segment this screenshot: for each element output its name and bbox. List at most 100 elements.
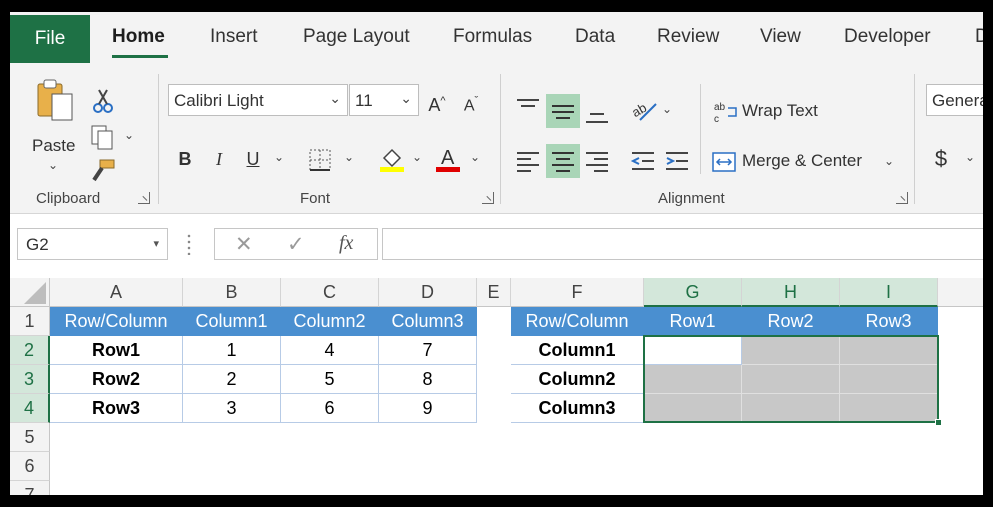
insert-function-icon[interactable]: fx — [339, 232, 353, 255]
row-header-4[interactable]: 4 — [10, 394, 50, 423]
table1-cell[interactable]: 3 — [183, 394, 281, 423]
column-header-g[interactable]: G — [644, 278, 742, 307]
tab-insert[interactable]: Insert — [210, 26, 258, 48]
table1-header-cell[interactable]: Column3 — [379, 307, 477, 336]
tab-overflow[interactable]: D — [975, 26, 983, 48]
row-header-7[interactable]: 7 — [10, 481, 50, 495]
column-header-f[interactable]: F — [511, 278, 644, 307]
table1-row-label[interactable]: Row1 — [50, 336, 183, 365]
tab-data[interactable]: Data — [575, 26, 615, 48]
clipboard-launcher-icon[interactable] — [138, 192, 150, 204]
middle-align-button[interactable] — [546, 94, 580, 128]
table1-cell[interactable]: 5 — [281, 365, 379, 394]
align-left-icon[interactable] — [515, 148, 541, 174]
align-right-icon[interactable] — [584, 148, 610, 174]
worksheet-grid: A B C D E F G H I 1 2 3 4 5 6 7 Row/Colu… — [10, 278, 983, 495]
table1-header-cell[interactable]: Column2 — [281, 307, 379, 336]
alignment-launcher-icon[interactable] — [896, 192, 908, 204]
table2-header-cell[interactable]: Row/Column — [511, 307, 644, 336]
table1-cell[interactable]: 8 — [379, 365, 477, 394]
font-launcher-icon[interactable] — [482, 192, 494, 204]
column-header-b[interactable]: B — [183, 278, 281, 307]
tab-review[interactable]: Review — [657, 26, 719, 48]
cancel-icon[interactable]: ✕ — [235, 232, 253, 257]
merge-dropdown-icon[interactable]: ⌄ — [884, 154, 894, 168]
orientation-dropdown-icon[interactable]: ⌄ — [662, 102, 672, 116]
enter-icon[interactable]: ✓ — [287, 232, 305, 257]
underline-dropdown-icon[interactable]: ⌄ — [274, 150, 284, 164]
row-header-3[interactable]: 3 — [10, 365, 50, 394]
column-header-a[interactable]: A — [50, 278, 183, 307]
table1-header-cell[interactable]: Column1 — [183, 307, 281, 336]
table2-header-cell[interactable]: Row2 — [742, 307, 840, 336]
chevron-down-icon: ⌄ — [400, 90, 412, 106]
column-header-e[interactable]: E — [477, 278, 511, 307]
tab-formulas[interactable]: Formulas — [453, 26, 532, 48]
italic-button[interactable]: I — [208, 144, 230, 174]
table1-row-label[interactable]: Row3 — [50, 394, 183, 423]
font-color-icon[interactable]: A — [434, 144, 462, 172]
table1-cell[interactable]: 4 — [281, 336, 379, 365]
column-header-d[interactable]: D — [379, 278, 477, 307]
column-header-h[interactable]: H — [742, 278, 840, 307]
table1-cell[interactable]: 7 — [379, 336, 477, 365]
format-painter-icon[interactable] — [90, 158, 116, 184]
row-header-2[interactable]: 2 — [10, 336, 50, 365]
table1-cell[interactable]: 1 — [183, 336, 281, 365]
top-align-icon[interactable] — [515, 96, 541, 122]
font-size-dropdown[interactable]: 11 ⌄ — [349, 84, 419, 116]
font-color-dropdown-icon[interactable]: ⌄ — [470, 150, 480, 164]
tab-view[interactable]: View — [760, 26, 801, 48]
increase-indent-icon[interactable] — [664, 148, 690, 174]
decrease-indent-icon[interactable] — [630, 148, 656, 174]
fill-handle[interactable] — [935, 419, 942, 426]
table2-row-label[interactable]: Column3 — [511, 394, 644, 423]
tab-home[interactable]: Home — [112, 26, 165, 48]
group-separator — [700, 84, 701, 174]
row-header-1[interactable]: 1 — [10, 307, 50, 336]
orientation-icon[interactable]: ab — [630, 96, 658, 124]
tab-page-layout[interactable]: Page Layout — [303, 26, 410, 48]
borders-dropdown-icon[interactable]: ⌄ — [344, 150, 354, 164]
font-name-dropdown[interactable]: Calibri Light ⌄ — [168, 84, 348, 116]
currency-dropdown-icon[interactable]: ⌄ — [965, 150, 975, 164]
table1-header-cell[interactable]: Row/Column — [50, 307, 183, 336]
row-header-6[interactable]: 6 — [10, 452, 50, 481]
bold-button[interactable]: B — [174, 144, 196, 174]
table1-row-label[interactable]: Row2 — [50, 365, 183, 394]
table2-row-label[interactable]: Column1 — [511, 336, 644, 365]
formula-input[interactable] — [382, 228, 983, 260]
table1-cell[interactable]: 9 — [379, 394, 477, 423]
number-format-dropdown[interactable]: Genera — [926, 84, 983, 116]
center-align-button[interactable] — [546, 144, 580, 178]
borders-icon[interactable] — [308, 148, 332, 172]
table2-header-cell[interactable]: Row3 — [840, 307, 938, 336]
tab-developer[interactable]: Developer — [844, 26, 931, 48]
column-header-blank[interactable] — [938, 278, 983, 307]
bottom-align-icon[interactable] — [584, 100, 610, 126]
decrease-font-size-icon[interactable]: Aˇ — [460, 86, 482, 121]
table1-cell[interactable]: 2 — [183, 365, 281, 394]
wrap-text-icon: ab c — [714, 102, 737, 124]
underline-button[interactable]: U — [242, 144, 264, 174]
merge-center-button[interactable]: Merge & Center ⌄ — [712, 148, 902, 176]
wrap-text-button[interactable]: ab c Wrap Text — [712, 98, 832, 126]
column-header-c[interactable]: C — [281, 278, 379, 307]
copy-icon[interactable] — [90, 124, 116, 150]
paste-button[interactable]: Paste ⌄ — [30, 74, 80, 174]
paste-label: Paste — [32, 136, 76, 155]
table1-cell[interactable]: 6 — [281, 394, 379, 423]
currency-format-icon[interactable]: $ — [930, 144, 952, 174]
copy-dropdown-icon[interactable]: ⌄ — [124, 128, 134, 142]
fill-color-dropdown-icon[interactable]: ⌄ — [412, 150, 422, 164]
column-header-i[interactable]: I — [840, 278, 938, 307]
increase-font-size-icon[interactable]: A^ — [426, 86, 448, 120]
fill-color-icon[interactable] — [378, 144, 406, 172]
table2-row-label[interactable]: Column2 — [511, 365, 644, 394]
cut-icon[interactable] — [92, 88, 114, 114]
row-header-5[interactable]: 5 — [10, 423, 50, 452]
tab-file[interactable]: File — [10, 15, 90, 63]
name-box[interactable]: G2 ▾ — [17, 228, 168, 260]
table2-header-cell[interactable]: Row1 — [644, 307, 742, 336]
select-all-corner[interactable] — [10, 278, 50, 307]
